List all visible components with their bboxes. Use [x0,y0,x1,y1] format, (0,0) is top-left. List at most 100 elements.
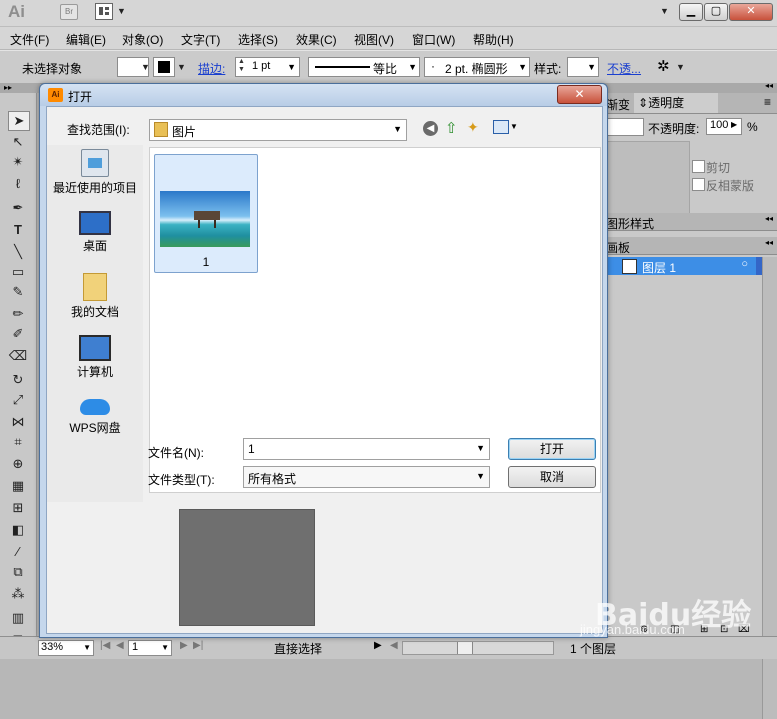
view-dropdown-icon[interactable]: ▼ [510,122,518,131]
artboard-dropdown-icon[interactable]: ▼ [161,643,169,652]
scale-tool-icon[interactable]: ⤢ [8,391,28,409]
menu-select[interactable]: 选择(S) [238,31,278,48]
cancel-button[interactable]: 取消 [508,466,596,488]
rectangle-tool-icon[interactable]: ▭ [8,263,28,281]
place-desktop[interactable]: 桌面 [47,207,143,254]
magic-wand-tool-icon[interactable]: ✴ [8,153,28,171]
line-tool-icon[interactable]: ╲ [8,243,28,261]
layer-row-1[interactable]: 图层 1 ○ [604,257,756,275]
symbol-sprayer-tool-icon[interactable]: ⁂ [8,585,28,603]
tab-gradient[interactable]: 渐变 [606,96,630,113]
menu-type[interactable]: 文字(T) [181,31,220,48]
tab-transparency[interactable]: ⇕透明度 [634,93,718,113]
place-documents[interactable]: 我的文档 [47,269,143,320]
close-app-button[interactable]: ✕ [729,3,773,21]
opacity-dropdown-icon[interactable]: ▶ [731,120,737,129]
next-artboard-icon[interactable]: ▶ [180,640,188,651]
style-dropdown-icon[interactable]: ▼ [587,62,596,72]
paintbrush-tool-icon[interactable]: ✎ [8,283,28,301]
panel-collapse-icon[interactable]: ◂◂ [765,81,773,90]
status-menu-icon[interactable]: ▶ [374,640,382,651]
clip-checkbox[interactable] [692,160,705,173]
arrange-documents-icon[interactable] [95,3,113,20]
invert-mask-checkbox[interactable] [692,178,705,191]
stroke-panel-link[interactable]: 描边: [198,60,225,77]
menu-edit[interactable]: 编辑(E) [66,31,106,48]
toolbox-collapse-icon[interactable]: ▸▸ [0,83,40,93]
scroll-thumb[interactable] [457,642,473,654]
lookin-select[interactable]: 图片 ▼ [149,119,407,141]
filetype-dropdown-icon[interactable]: ▼ [476,471,485,481]
stroke-swatch[interactable] [153,57,175,77]
stroke-weight-dropdown-icon[interactable]: ▼ [287,62,296,72]
place-recent[interactable]: 最近使用的项目 [47,145,143,196]
back-icon[interactable]: ◀ [423,121,438,136]
gradient-tool-icon[interactable]: ◧ [8,521,28,539]
pen-tool-icon[interactable]: ✒ [8,199,28,217]
dialog-close-button[interactable]: ✕ [557,85,602,104]
arrange-dropdown-icon[interactable]: ▼ [117,6,126,16]
blob-brush-tool-icon[interactable]: ✐ [8,325,28,343]
new-folder-icon[interactable]: ✦ [467,119,479,136]
rotate-tool-icon[interactable]: ↻ [8,371,28,389]
menu-view[interactable]: 视图(V) [354,31,394,48]
place-computer[interactable]: 计算机 [47,331,143,380]
view-menu-icon[interactable] [493,120,509,134]
tab-artboards[interactable]: 画板 [606,239,630,256]
stroke-weight-field[interactable]: ▲ ▼ 1 pt ▼ [235,57,300,77]
free-transform-tool-icon[interactable]: ⌗ [8,433,28,451]
layers-collapse-icon[interactable]: ◂◂ [765,238,773,247]
blend-tool-icon[interactable]: ⧉ [8,563,28,581]
selection-tool-icon[interactable]: ➤ [8,111,30,131]
zoom-select[interactable]: 33% ▼ [38,640,94,656]
perspective-grid-tool-icon[interactable]: ▦ [8,477,28,495]
prev-artboard-icon[interactable]: ◀ [116,640,124,651]
artboard-select[interactable]: 1 ▼ [128,640,172,656]
pencil-tool-icon[interactable]: ✏ [8,305,28,323]
panel-menu-icon[interactable]: ≡ [764,95,771,109]
stroke-dropdown-icon[interactable]: ▼ [177,62,186,72]
up-folder-icon[interactable]: ⇧ [445,119,458,137]
bridge-button[interactable]: Br [60,4,78,20]
stroke-stepper-icon[interactable]: ▲ ▼ [238,58,245,74]
graphic-styles-collapse-icon[interactable]: ◂◂ [765,214,773,223]
horizontal-scrollbar[interactable] [402,641,554,655]
lookin-dropdown-icon[interactable]: ▼ [393,124,402,134]
scroll-left-icon[interactable]: ◀ [390,640,398,651]
menu-help[interactable]: 帮助(H) [473,31,514,48]
style-swatch[interactable]: ▼ [567,57,599,77]
eraser-tool-icon[interactable]: ⌫ [8,347,28,365]
mesh-tool-icon[interactable]: ⊞ [8,499,28,517]
restore-button[interactable]: ▢ [704,3,728,21]
column-graph-tool-icon[interactable]: ▥ [8,609,28,627]
recolor-artwork-icon[interactable]: ✲ [657,57,670,75]
filename-input[interactable]: 1 ▼ [243,438,490,460]
fill-dropdown-icon[interactable]: ▼ [141,62,150,72]
filename-dropdown-icon[interactable]: ▼ [476,443,485,453]
profile-dropdown-icon[interactable]: ▼ [408,62,417,72]
tab-graphic-styles[interactable]: 图形样式 [606,215,654,232]
eyedropper-tool-icon[interactable]: ⁄ [8,543,28,561]
recolor-dropdown-icon[interactable]: ▼ [676,62,685,72]
place-wps-cloud[interactable]: WPS网盘 [47,393,143,436]
workspace-dropdown-icon[interactable]: ▼ [660,6,669,16]
first-artboard-icon[interactable]: |◀ [100,640,110,651]
layer-target-icon[interactable]: ○ [741,258,748,270]
file-item-1[interactable]: 1 [154,154,258,273]
zoom-dropdown-icon[interactable]: ▼ [83,643,91,652]
direct-selection-tool-icon[interactable]: ↖ [8,133,28,151]
filetype-select[interactable]: 所有格式 ▼ [243,466,490,488]
open-button[interactable]: 打开 [508,438,596,460]
last-artboard-icon[interactable]: ▶| [193,640,203,651]
width-tool-icon[interactable]: ⋈ [8,413,28,431]
opacity-link[interactable]: 不透... [607,60,641,77]
menu-object[interactable]: 对象(O) [122,31,163,48]
type-tool-icon[interactable]: T [8,221,28,239]
variable-width-profile[interactable]: 等比 ▼ [308,57,420,77]
shape-builder-tool-icon[interactable]: ⊕ [8,455,28,473]
blend-mode-select[interactable] [604,118,644,136]
brush-definition[interactable]: · 2 pt. 椭圆形 ▼ [424,57,530,77]
minimize-button[interactable]: ▁ [679,3,703,21]
menu-window[interactable]: 窗口(W) [412,31,455,48]
brush-dropdown-icon[interactable]: ▼ [518,62,527,72]
